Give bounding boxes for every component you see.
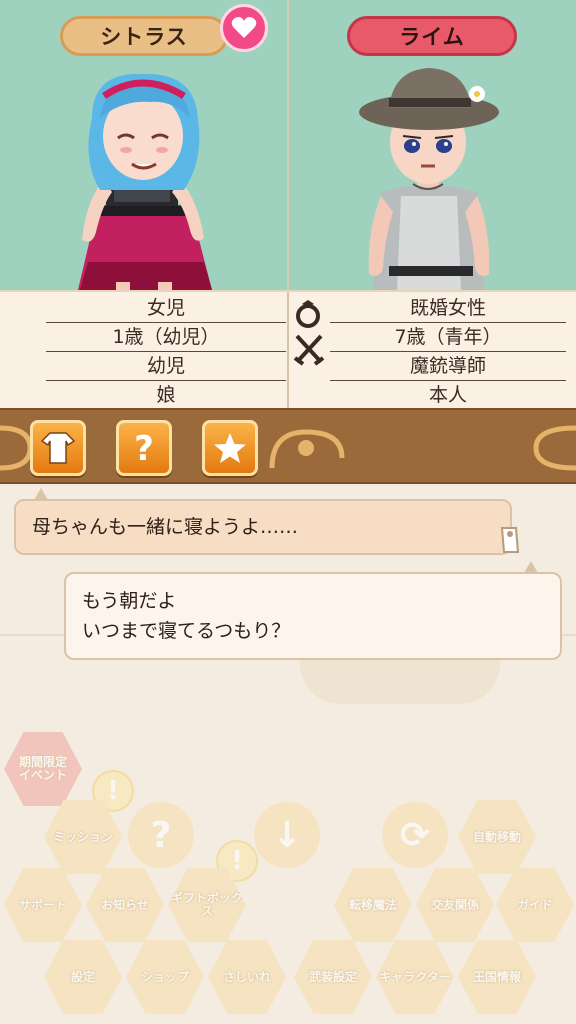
ring-icon: [296, 300, 320, 328]
menu-news-label: お知らせ: [101, 897, 149, 912]
menu-character-label: キャラクター: [379, 969, 451, 984]
question-button[interactable]: ?: [116, 420, 172, 476]
left-info-relation: 娘: [46, 381, 286, 410]
chat-message-right-line1: もう朝だよ: [82, 590, 177, 612]
crossed-swords-icon: [293, 334, 325, 366]
action-toolbar: ?: [0, 408, 576, 484]
question-icon: ?: [134, 430, 154, 466]
ornament-right: [533, 425, 576, 471]
clothes-button[interactable]: [30, 420, 86, 476]
svg-text:?: ?: [134, 430, 154, 466]
menu-nikki-label: さしいれ: [222, 969, 271, 984]
menu-friends-label: 交友関係: [430, 897, 479, 912]
right-character-panel[interactable]: ライム: [289, 0, 576, 290]
menu-guide-label: ガイド: [516, 897, 553, 912]
menu-character[interactable]: キャラクター: [376, 940, 454, 1014]
left-info-status: 女児: [46, 294, 286, 323]
menu-gift-label: ギフトボックス: [170, 891, 243, 918]
menu-equip-label: 武装設定: [308, 969, 357, 984]
menu-nikki[interactable]: さしいれ: [208, 940, 286, 1014]
relationship-info: 女児 1歳（幼児） 幼児 娘 既婚女性 7歳（青年） 魔銃導師 本人: [0, 290, 576, 410]
left-character-name: シトラス: [60, 16, 228, 56]
menu-mission-label: ミッション: [52, 829, 113, 844]
left-info-column: 女児 1歳（幼児） 幼児 娘: [46, 294, 286, 410]
menu-support[interactable]: サポート: [4, 868, 82, 942]
right-info-column: 既婚女性 7歳（青年） 魔銃導師 本人: [330, 294, 566, 410]
menu-transfer[interactable]: 転移魔法: [334, 868, 412, 942]
portrait-area: シトラス ライム: [0, 0, 576, 290]
menu-kingdom[interactable]: 王国情報: [458, 940, 536, 1014]
heart-button[interactable]: [220, 4, 268, 52]
collapse-button[interactable]: ↓: [254, 802, 320, 868]
left-info-job: 幼児: [46, 352, 286, 381]
menu-equip[interactable]: 武装設定: [294, 940, 372, 1014]
menu-event[interactable]: 期間限定 イベント: [4, 732, 82, 806]
menu-guide[interactable]: ガイド: [496, 868, 574, 942]
info-divider: [287, 292, 289, 408]
menu-kingdom-label: 王国情報: [472, 969, 521, 984]
right-info-status: 既婚女性: [330, 294, 566, 323]
menu-news[interactable]: お知らせ: [86, 868, 164, 942]
right-info-relation: 本人: [330, 381, 566, 410]
star-button[interactable]: [202, 420, 258, 476]
heart-icon: [231, 17, 257, 38]
help-button[interactable]: ?: [128, 802, 194, 868]
menu-friends[interactable]: 交友関係: [416, 868, 494, 942]
chat-message-left[interactable]: 母ちゃんも一緒に寝ようよ……: [14, 499, 512, 555]
menu-settings[interactable]: 設定: [44, 940, 122, 1014]
menu-shop[interactable]: ショップ: [126, 940, 204, 1014]
ornament-center: [269, 429, 345, 469]
menu-settings-label: 設定: [70, 969, 95, 984]
pin-icon: [500, 527, 520, 553]
left-character-panel[interactable]: シトラス: [0, 0, 287, 290]
star-icon: [214, 433, 246, 463]
chat-message-right-line2: いつまで寝てるつもり？: [82, 620, 291, 642]
menu-shop-label: ショップ: [140, 969, 189, 984]
right-character-name: ライム: [347, 16, 517, 56]
right-info-age: 7歳（青年）: [330, 323, 566, 352]
left-info-age: 1歳（幼児）: [46, 323, 286, 352]
menu-auto-move[interactable]: 自動移動: [458, 800, 536, 874]
menu-event-label: 期間限定 イベント: [18, 755, 67, 782]
main-menu: 期間限定 イベント ! ミッション ? ↓ ⟳ 自動移動 ! サポート お知らせ…: [0, 728, 576, 1024]
right-info-job: 魔銃導師: [330, 352, 566, 381]
menu-support-label: サポート: [18, 897, 67, 912]
chat-message-right[interactable]: もう朝だよ いつまで寝てるつもり？: [64, 572, 562, 660]
map-button[interactable]: ⟳: [382, 802, 448, 868]
chat-message-left-text: 母ちゃんも一緒に寝ようよ……: [32, 516, 299, 538]
chat-area: 母ちゃんも一緒に寝ようよ…… もう朝だよ いつまで寝てるつもり？ 期間限定 イベ…: [0, 484, 576, 1024]
menu-auto-move-label: 自動移動: [472, 829, 521, 844]
menu-transfer-label: 転移魔法: [348, 897, 397, 912]
clothes-icon: [40, 432, 76, 464]
